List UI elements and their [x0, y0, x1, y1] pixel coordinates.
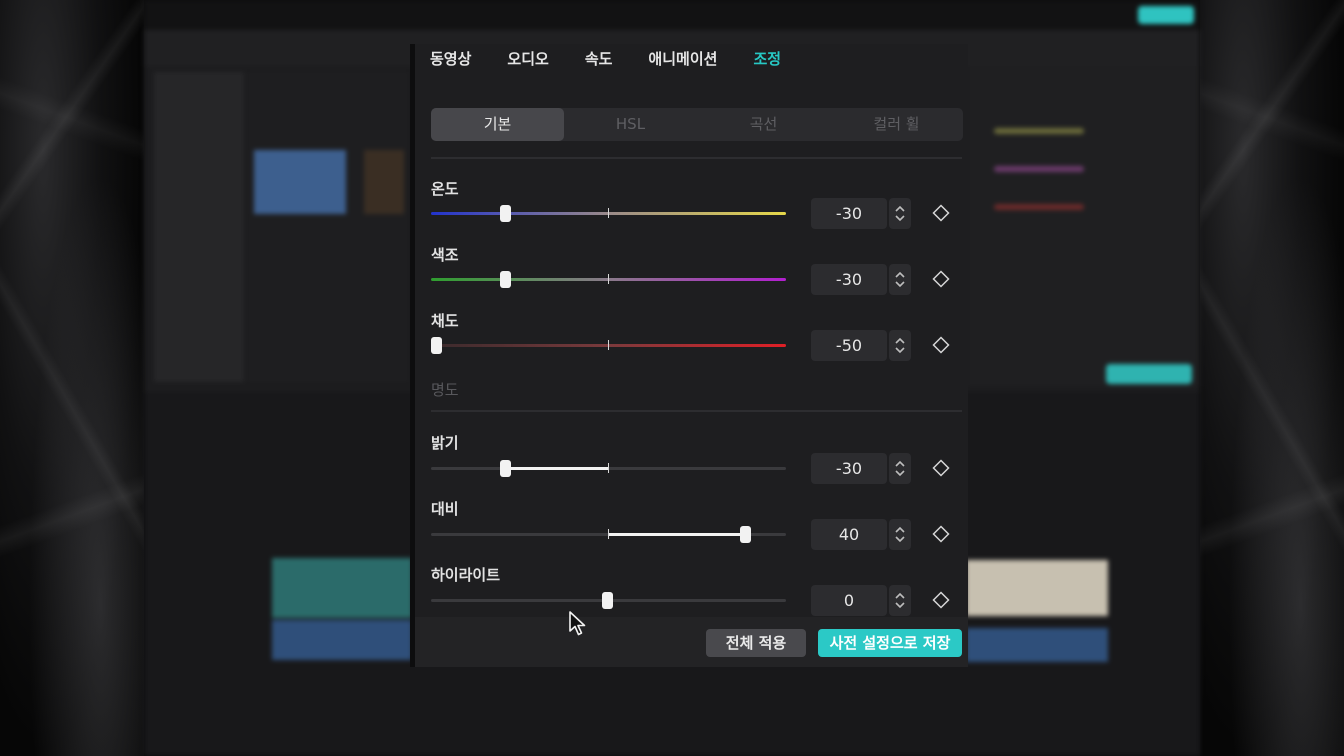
- highlight-stepper[interactable]: [889, 585, 911, 616]
- saturation-stepper[interactable]: [889, 330, 911, 361]
- saturation-value-input[interactable]: -50: [811, 330, 887, 361]
- panel-edge: [410, 44, 415, 667]
- temperature-slider-thumb[interactable]: [500, 205, 511, 222]
- contrast-keyframe-diamond-icon[interactable]: [932, 525, 950, 543]
- lightness-section-heading: 명도: [431, 381, 459, 399]
- subtab-hsl[interactable]: HSL: [564, 108, 697, 141]
- brightness-keyframe-diamond-icon[interactable]: [932, 459, 950, 477]
- temperature-value-input[interactable]: -30: [811, 198, 887, 229]
- up-down-chevron-icon: [895, 526, 905, 543]
- divider: [431, 157, 962, 159]
- up-down-chevron-icon: [895, 337, 905, 354]
- tab-video[interactable]: 동영상: [430, 44, 471, 76]
- save-as-preset-button[interactable]: 사전 설정으로 저장: [818, 629, 962, 657]
- saturation-slider-center-tick: [608, 340, 609, 350]
- contrast-stepper[interactable]: [889, 519, 911, 550]
- panel-footer: 전체 적용 사전 설정으로 저장: [415, 617, 968, 667]
- temperature-label: 온도: [431, 180, 459, 198]
- tint-label: 색조: [431, 246, 459, 264]
- highlight-label: 하이라이트: [431, 566, 501, 584]
- tab-adjust[interactable]: 조정: [753, 44, 781, 76]
- apply-all-button[interactable]: 전체 적용: [706, 629, 806, 657]
- mouse-pointer-icon: [569, 611, 586, 636]
- divider: [431, 410, 962, 412]
- tab-audio[interactable]: 오디오: [507, 44, 548, 76]
- contrast-slider-center-tick: [608, 529, 609, 539]
- contrast-label: 대비: [431, 500, 459, 518]
- brightness-label: 밝기: [431, 434, 459, 452]
- subtab-basic[interactable]: 기본: [431, 108, 564, 141]
- tint-stepper[interactable]: [889, 264, 911, 295]
- brightness-slider-thumb[interactable]: [500, 460, 511, 477]
- temperature-stepper[interactable]: [889, 198, 911, 229]
- tint-keyframe-diamond-icon[interactable]: [932, 270, 950, 288]
- highlight-slider-thumb[interactable]: [602, 592, 613, 609]
- background-texture-left: [0, 0, 144, 756]
- tint-slider-thumb[interactable]: [500, 271, 511, 288]
- highlight-value-input[interactable]: 0: [811, 585, 887, 616]
- property-tabs: 동영상 오디오 속도 애니메이션 조정: [430, 44, 817, 76]
- brightness-stepper[interactable]: [889, 453, 911, 484]
- brightness-value-input[interactable]: -30: [811, 453, 887, 484]
- contrast-slider-thumb[interactable]: [740, 526, 751, 543]
- tint-slider-center-tick: [608, 274, 609, 284]
- subtab-color-wheel[interactable]: 컬러 휠: [830, 108, 963, 141]
- up-down-chevron-icon: [895, 592, 905, 609]
- saturation-keyframe-diamond-icon[interactable]: [932, 336, 950, 354]
- tab-animation[interactable]: 애니메이션: [648, 44, 717, 76]
- adjust-subtabs: 기본 HSL 곡선 컬러 휠: [431, 108, 963, 141]
- temperature-keyframe-diamond-icon[interactable]: [932, 204, 950, 222]
- up-down-chevron-icon: [895, 271, 905, 288]
- highlight-keyframe-diamond-icon[interactable]: [932, 591, 950, 609]
- subtab-curves[interactable]: 곡선: [697, 108, 830, 141]
- up-down-chevron-icon: [895, 460, 905, 477]
- up-down-chevron-icon: [895, 205, 905, 222]
- tint-value-input[interactable]: -30: [811, 264, 887, 295]
- saturation-label: 채도: [431, 312, 459, 330]
- saturation-slider-thumb[interactable]: [431, 337, 442, 354]
- brightness-slider-center-tick: [608, 463, 609, 473]
- brightness-slider-fill: [506, 467, 608, 470]
- background-texture-right: [1200, 0, 1344, 756]
- contrast-slider-fill: [608, 533, 745, 536]
- temperature-slider-center-tick: [608, 208, 609, 218]
- tab-speed[interactable]: 속도: [585, 44, 613, 76]
- contrast-value-input[interactable]: 40: [811, 519, 887, 550]
- adjust-panel: 동영상 오디오 속도 애니메이션 조정 기본 HSL 곡선 컬러 휠 온도 -3…: [410, 44, 968, 667]
